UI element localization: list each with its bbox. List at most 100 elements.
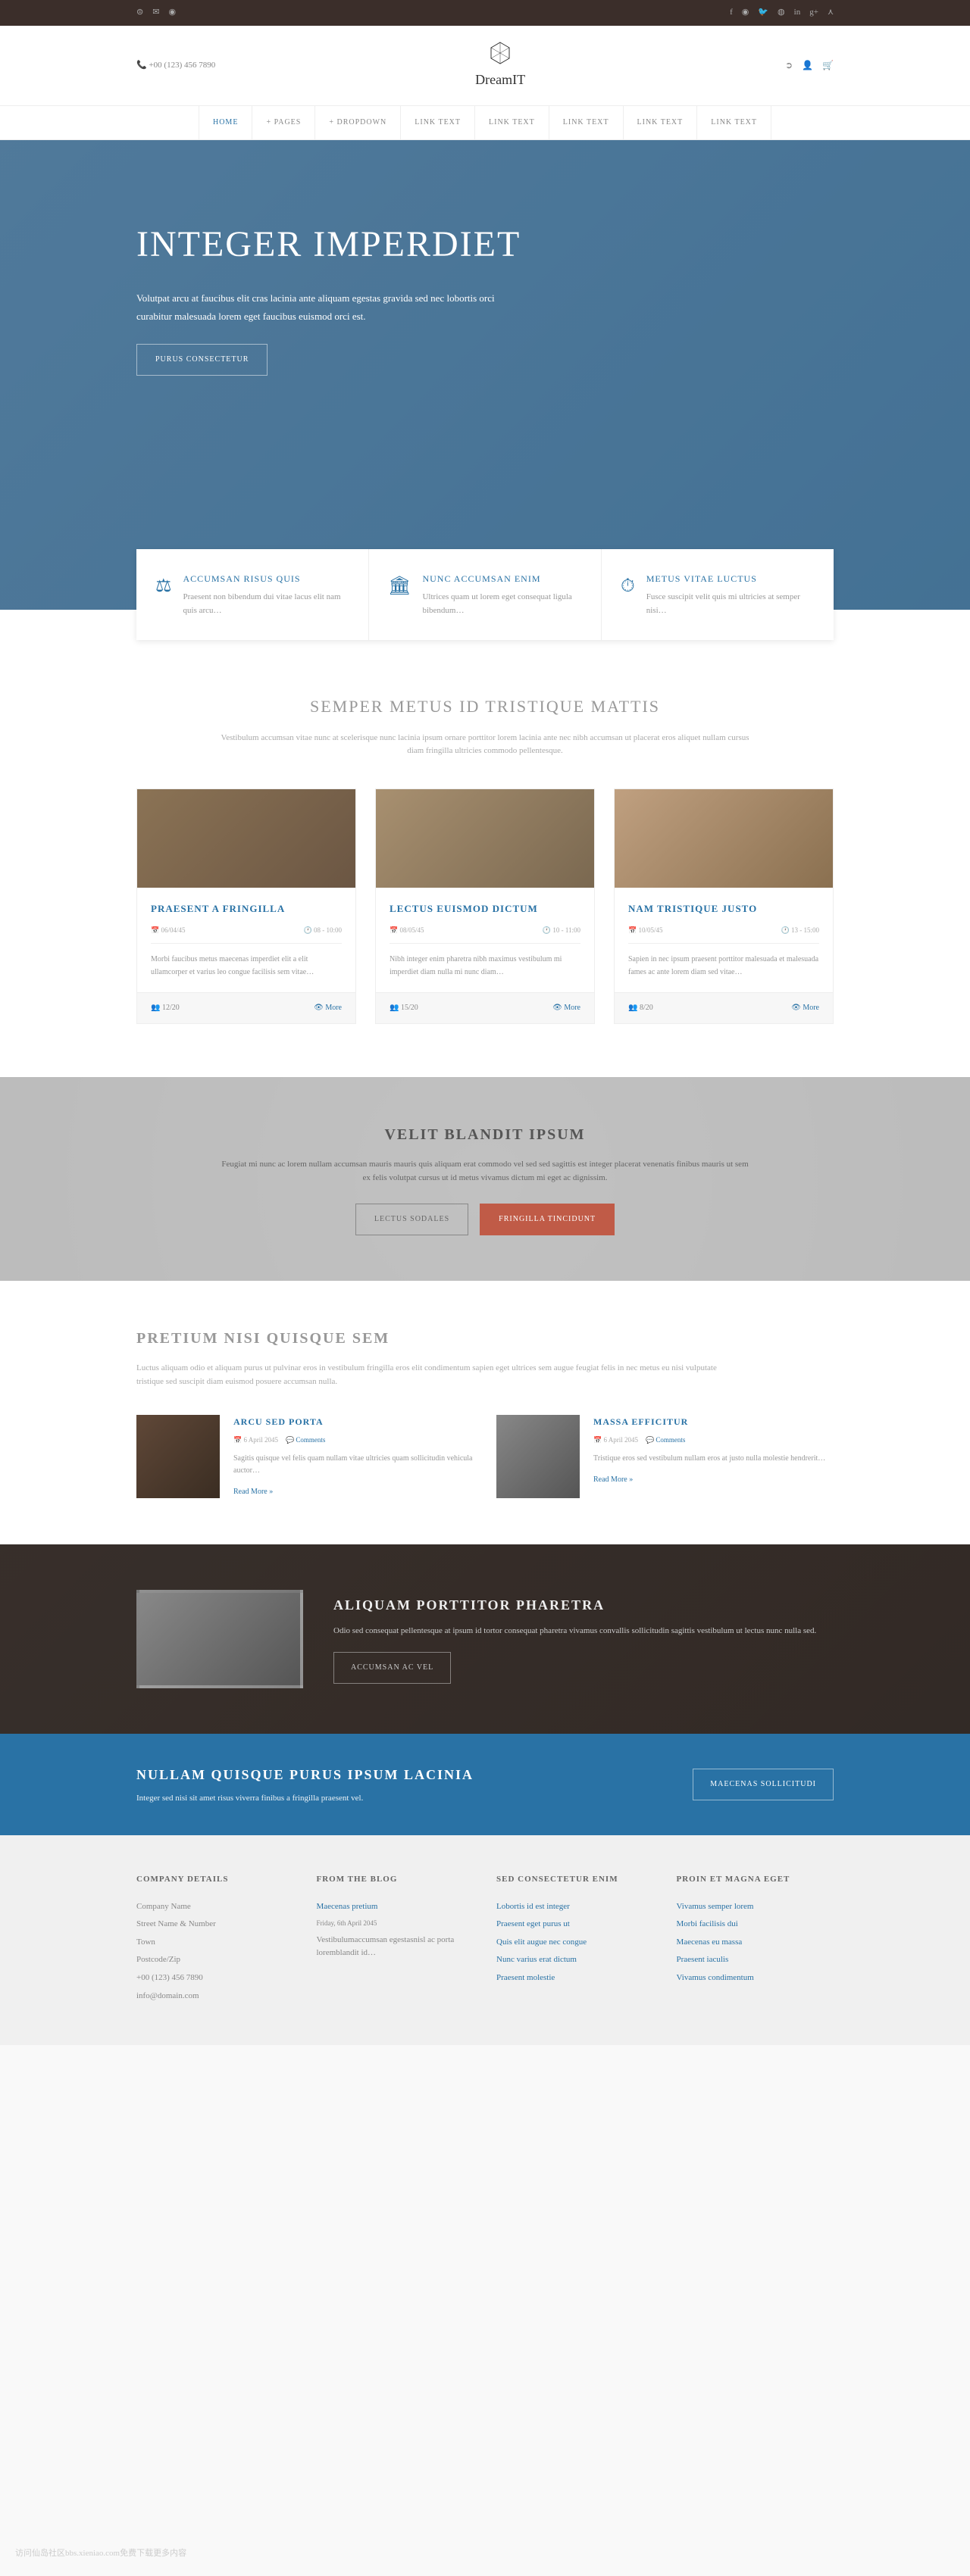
blog-post-title[interactable]: ARCU SED PORTA — [233, 1415, 474, 1429]
footer-link[interactable]: Praesent molestie — [496, 1972, 654, 1985]
card-time: 🕐 08 - 10:00 — [304, 925, 342, 935]
blog-text: Sagitis quisque vel felis quam nullam vi… — [233, 1453, 474, 1477]
hero-title: INTEGER IMPERDIET — [136, 216, 834, 274]
header-icons: ➲ 👤 🛒 — [785, 58, 834, 73]
cart-icon[interactable]: 🛒 — [822, 58, 834, 73]
footer-address-line: Town — [136, 1936, 294, 1950]
twitter-icon[interactable]: 🐦 — [758, 6, 768, 20]
footer-link[interactable]: Nunc varius erat dictum — [496, 1953, 654, 1967]
card-more-link[interactable]: 👁 More — [314, 1002, 342, 1014]
nav-item[interactable]: LINK TEXT — [401, 106, 475, 139]
intro-title[interactable]: ACCUMSAN RISUS QUIS — [183, 572, 349, 586]
dark-cta-button[interactable]: ACCUMSAN AC VEL — [333, 1652, 451, 1684]
card-date: 📅 08/05/45 — [390, 925, 424, 935]
card-image[interactable] — [376, 789, 594, 888]
footer-col-3: SED CONSECTETUR ENIM Lobortis id est int… — [496, 1873, 654, 2007]
login-icon[interactable]: ➲ — [785, 58, 793, 73]
intro-title[interactable]: METUS VITAE LUCTUS — [646, 572, 815, 586]
card-image[interactable] — [615, 789, 833, 888]
blog-text: Tristique eros sed vestibulum nullam ero… — [593, 1453, 825, 1465]
hero: INTEGER IMPERDIET Volutpat arcu at fauci… — [0, 140, 970, 610]
footer-col1-title: COMPANY DETAILS — [136, 1873, 294, 1887]
cta-button-2[interactable]: FRINGILLA TINCIDUNT — [480, 1204, 615, 1235]
nav-item[interactable]: HOME — [199, 106, 252, 139]
blog-date: 📅 6 April 2045 — [593, 1436, 638, 1444]
mail-icon[interactable]: ✉ — [152, 6, 159, 20]
card: NAM TRISTIQUE JUSTO📅 10/05/45🕐 13 - 15:0… — [614, 788, 834, 1024]
nav-item[interactable]: + DROPDOWN — [315, 106, 401, 139]
section1-sub: Vestibulum accumsan vitae nunc at sceler… — [220, 732, 750, 758]
card-count: 👥 8/20 — [628, 1002, 653, 1014]
card-date: 📅 06/04/45 — [151, 925, 185, 935]
rss-icon[interactable]: ⋏ — [828, 6, 834, 20]
footer-blog-date: Friday, 6th April 2045 — [317, 1918, 474, 1928]
blog-section: PRETIUM NISI QUISQUE SEM Luctus aliquam … — [0, 1281, 970, 1544]
card-title[interactable]: NAM TRISTIQUE JUSTO — [628, 901, 819, 917]
blog-post-title[interactable]: MASSA EFFICITUR — [593, 1415, 825, 1429]
blue-bar: NULLAM QUISQUE PURUS IPSUM LACINIA Integ… — [0, 1734, 970, 1835]
card-title[interactable]: PRAESENT A FRINGILLA — [151, 901, 342, 917]
blog-comments-link[interactable]: 💬 Comments — [646, 1436, 685, 1444]
intro-title[interactable]: NUNC ACCUMSAN ENIM — [422, 572, 582, 586]
cta-title: VELIT BLANDIT IPSUM — [136, 1123, 834, 1147]
linkedin-icon[interactable]: in — [794, 6, 801, 20]
topbar-right-icons: f ◉ 🐦 ◍ in g+ ⋏ — [730, 6, 834, 20]
footer-link[interactable]: Vivamus semper lorem — [677, 1900, 834, 1914]
footer-link[interactable]: Praesent iaculis — [677, 1953, 834, 1967]
section1-title: SEMPER METUS ID TRISTIQUE MATTIS — [136, 693, 834, 720]
skype-icon[interactable]: ⊜ — [136, 6, 143, 20]
blog-date: 📅 6 April 2045 — [233, 1436, 278, 1444]
blog-image[interactable] — [136, 1415, 220, 1498]
footer-link[interactable]: Maecenas eu massa — [677, 1936, 834, 1950]
read-more-link[interactable]: Read More » — [233, 1488, 273, 1496]
footer-address-line: info@domain.com — [136, 1990, 294, 2003]
hero-button[interactable]: PURUS CONSECTETUR — [136, 344, 268, 376]
dribbble-icon[interactable]: ◍ — [778, 6, 785, 20]
blog-comments-link[interactable]: 💬 Comments — [286, 1436, 325, 1444]
footer-link[interactable]: Lobortis id est integer — [496, 1900, 654, 1914]
cta-text: Feugiat mi nunc ac lorem nullam accumsan… — [220, 1158, 750, 1185]
clock-icon: ⏱ — [621, 572, 635, 617]
card-image[interactable] — [137, 789, 355, 888]
card-more-link[interactable]: 👁 More — [791, 1002, 819, 1014]
user-icon[interactable]: 👤 — [802, 58, 813, 73]
footer-link[interactable]: Morbi facilisis dui — [677, 1918, 834, 1931]
footer-link[interactable]: Vivamus condimentum — [677, 1972, 834, 1985]
footer-col2-title: FROM THE BLOG — [317, 1873, 474, 1887]
card-more-link[interactable]: 👁 More — [552, 1002, 580, 1014]
blog-image[interactable] — [496, 1415, 580, 1498]
nav-item[interactable]: LINK TEXT — [549, 106, 624, 139]
globe-icon[interactable]: ◉ — [168, 6, 176, 20]
topbar: ⊜ ✉ ◉ f ◉ 🐦 ◍ in g+ ⋏ — [0, 0, 970, 26]
intro-boxes: ⚖ACCUMSAN RISUS QUISPraesent non bibendu… — [121, 549, 849, 640]
pinterest-icon[interactable]: ◉ — [742, 6, 749, 20]
intro-text: Praesent non bibendum dui vitae lacus el… — [183, 591, 349, 617]
logo[interactable]: DreamIT — [475, 41, 525, 91]
blue-title: NULLAM QUISQUE PURUS IPSUM LACINIA — [136, 1764, 474, 1786]
facebook-icon[interactable]: f — [730, 6, 733, 20]
footer-col-2: FROM THE BLOG Maecenas pretium Friday, 6… — [317, 1873, 474, 2007]
nav-item[interactable]: LINK TEXT — [475, 106, 549, 139]
footer-link[interactable]: Praesent eget purus ut — [496, 1918, 654, 1931]
cta-button-1[interactable]: LECTUS SODALES — [355, 1204, 468, 1235]
footer-blog-post-title[interactable]: Maecenas pretium — [317, 1900, 474, 1914]
footer-col4-title: PROIN ET MAGNA EGET — [677, 1873, 834, 1887]
nav-item[interactable]: LINK TEXT — [697, 106, 771, 139]
read-more-link[interactable]: Read More » — [593, 1475, 633, 1484]
watermark: 访问仙岛社区bbs.xieniao.com免费下载更多内容 — [15, 2547, 186, 2561]
google-plus-icon[interactable]: g+ — [809, 6, 818, 20]
blue-button[interactable]: MAECENAS SOLLICITUDI — [693, 1769, 834, 1800]
dark-cta-title: ALIQUAM PORTTITOR PHARETRA — [333, 1594, 816, 1616]
nav-item[interactable]: + PAGES — [252, 106, 315, 139]
intro-box: ⏱METUS VITAE LUCTUSFusce suscipit velit … — [602, 549, 834, 640]
intro-box: 🏛NUNC ACCUMSAN ENIMUltrices quam ut lore… — [369, 549, 602, 640]
footer-link[interactable]: Quis elit augue nec congue — [496, 1936, 654, 1950]
nav-item[interactable]: LINK TEXT — [624, 106, 698, 139]
logo-text: DreamIT — [475, 69, 525, 91]
hero-text: Volutpat arcu at faucibus elit cras laci… — [136, 289, 500, 325]
topbar-left-icons: ⊜ ✉ ◉ — [136, 6, 176, 20]
intro-text: Ultrices quam ut lorem eget consequat li… — [422, 591, 582, 617]
intro-box: ⚖ACCUMSAN RISUS QUISPraesent non bibendu… — [136, 549, 369, 640]
card-title[interactable]: LECTUS EUISMOD DICTUM — [390, 901, 580, 917]
card: LECTUS EUISMOD DICTUM📅 08/05/45🕐 10 - 11… — [375, 788, 595, 1024]
